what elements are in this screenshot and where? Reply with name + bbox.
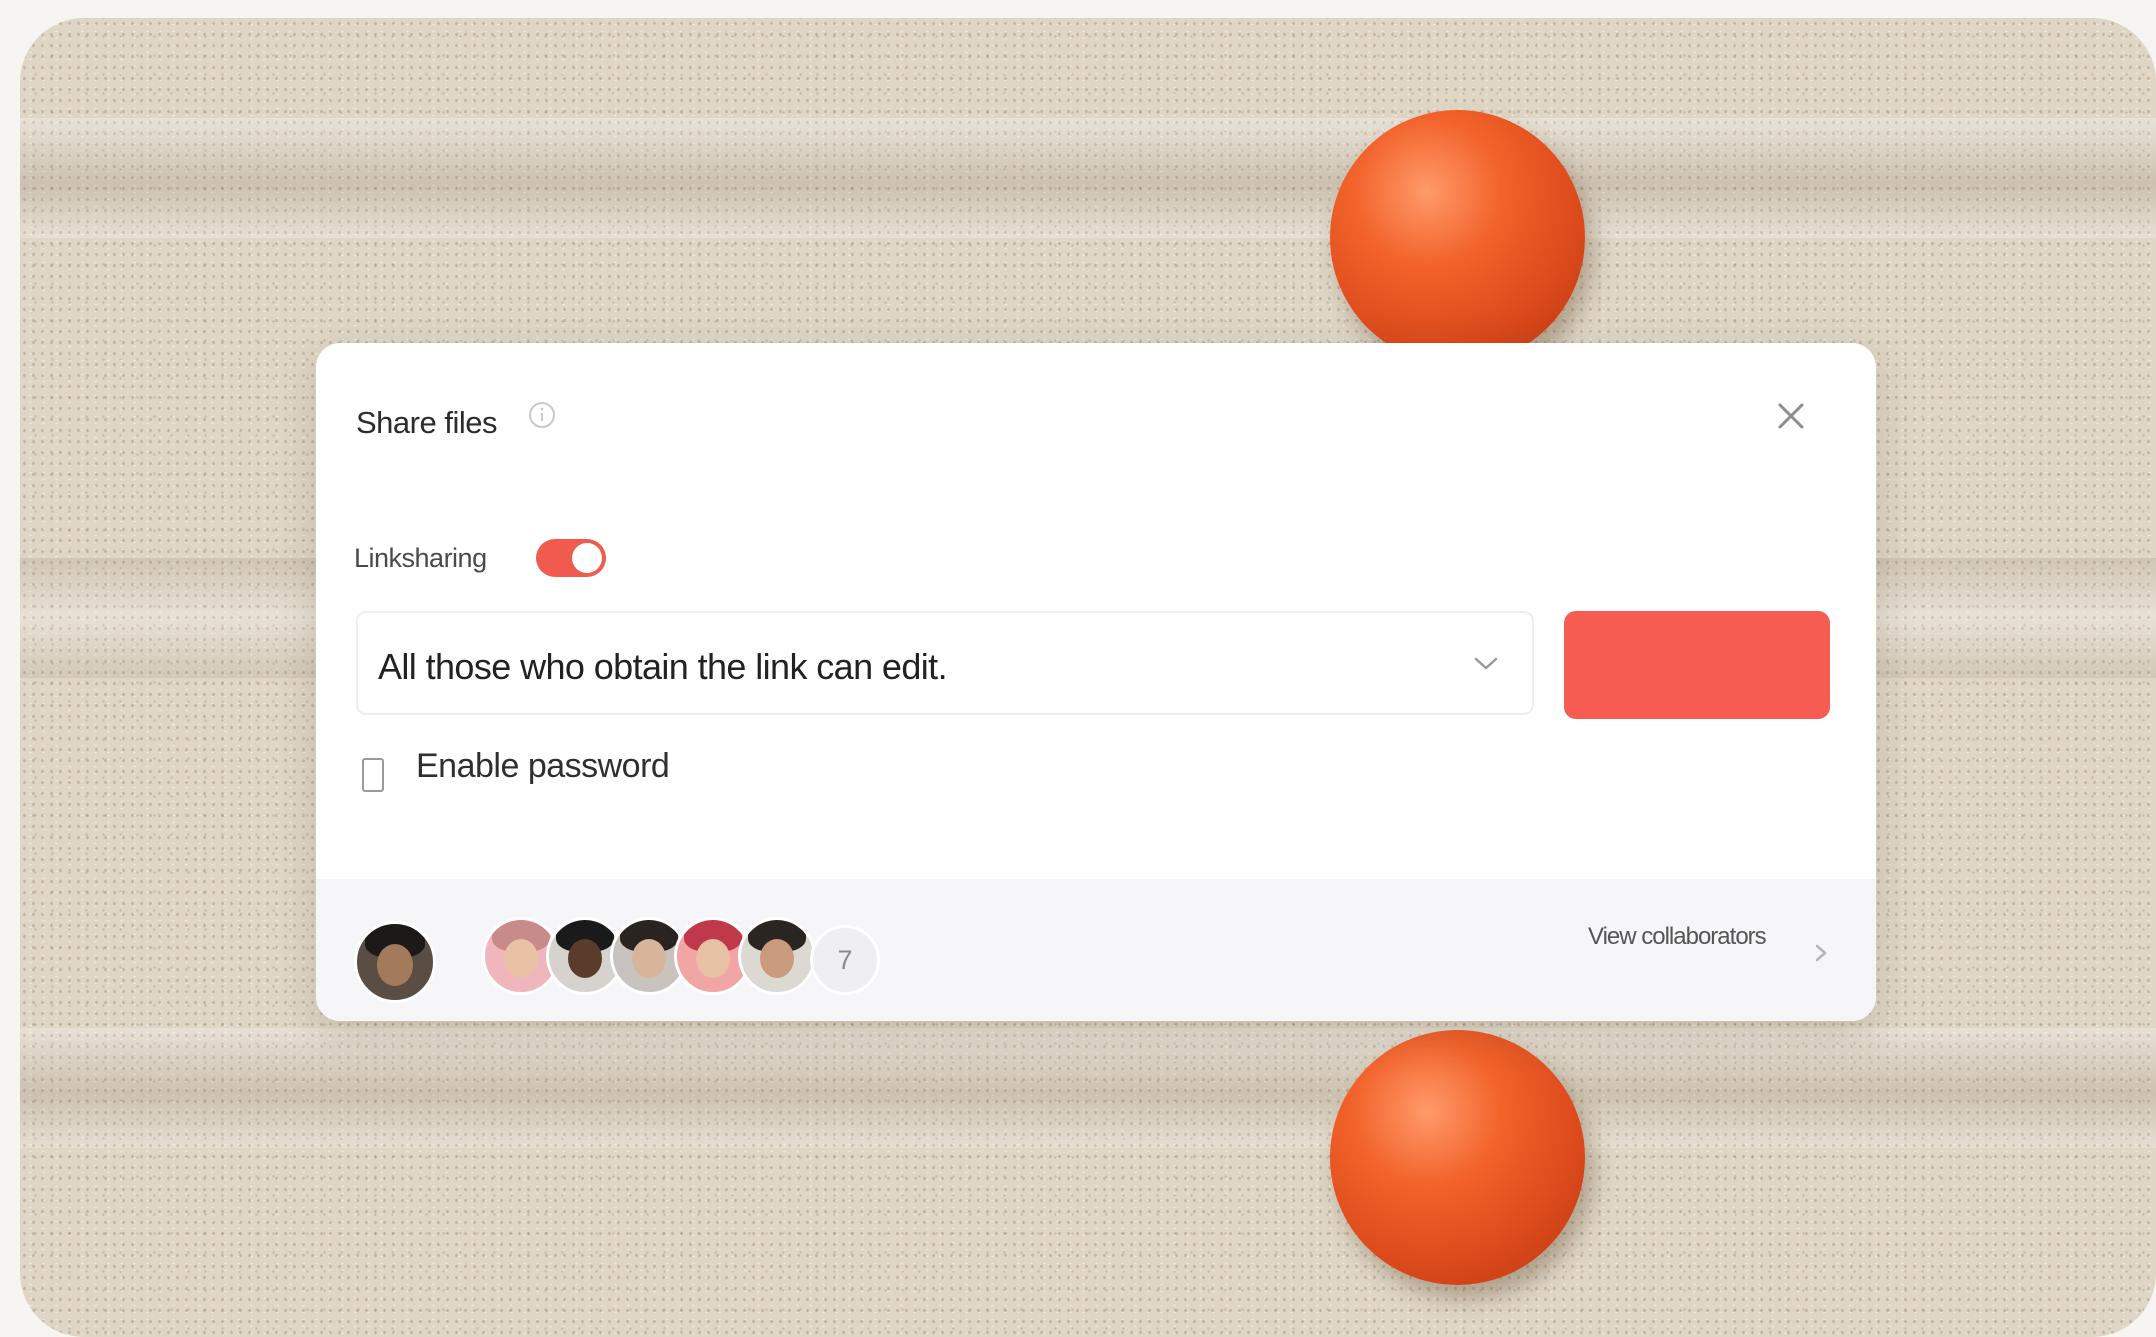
sand-groove — [20, 118, 2156, 238]
share-files-dialog: Share files Linksharing All those who ob… — [316, 343, 1876, 1021]
close-icon[interactable] — [1766, 391, 1816, 441]
sand-groove — [20, 1028, 2156, 1148]
chevron-down-icon — [1474, 657, 1498, 670]
dialog-title: Share files — [356, 405, 497, 440]
info-icon — [529, 402, 555, 428]
view-collaborators-link[interactable]: View collaborators — [1588, 923, 1778, 951]
avatar[interactable] — [738, 917, 816, 995]
collaborator-count-badge[interactable]: 7 — [810, 925, 880, 995]
collaborators-footer: 7 View collaborators — [316, 879, 1876, 1021]
orange-ball — [1330, 110, 1585, 365]
copy-link-button[interactable] — [1564, 611, 1830, 719]
permission-selected-value: All those who obtain the link can edit. — [378, 646, 948, 687]
orange-ball — [1330, 1030, 1585, 1285]
enable-password-checkbox[interactable] — [362, 758, 384, 792]
link-sharing-toggle[interactable] — [536, 539, 606, 577]
link-sharing-label: Linksharing — [354, 543, 487, 573]
chevron-right-icon[interactable] — [1812, 941, 1830, 965]
permission-select[interactable]: All those who obtain the link can edit. — [356, 611, 1534, 715]
toggle-knob — [572, 543, 602, 573]
enable-password-label: Enable password — [416, 747, 670, 785]
avatar[interactable] — [354, 921, 436, 1003]
